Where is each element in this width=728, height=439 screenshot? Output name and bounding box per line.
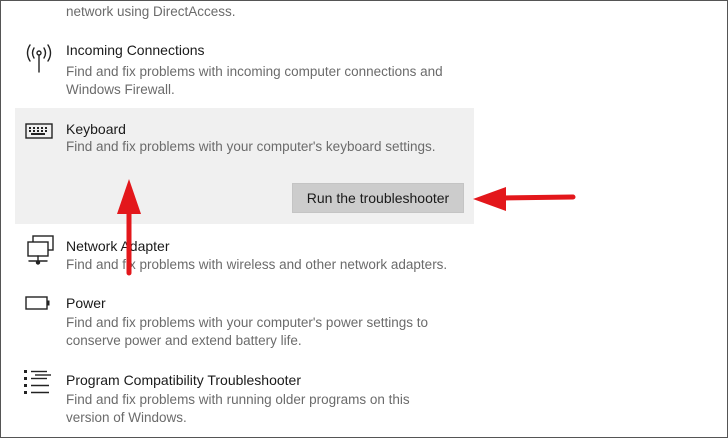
item-title: Incoming Connections [66,42,205,58]
network-adapter-icon [27,235,54,265]
item-description-line-2: Windows Firewall. [66,82,175,97]
item-description-line-2: conserve power and extend battery life. [66,333,302,348]
item-title: Power [66,295,106,311]
run-troubleshooter-button[interactable]: Run the troubleshooter [292,183,464,213]
partial-item-description: network using DirectAccess. [66,4,236,19]
annotation-arrow-horizontal [473,187,576,211]
troubleshooter-item-incoming-connections[interactable]: Incoming Connections Find and fix proble… [15,37,474,99]
item-title: Network Adapter [66,238,170,254]
item-description-line-1: Find and fix problems with your computer… [66,315,428,330]
antenna-icon [26,44,52,73]
keyboard-icon [25,123,53,139]
item-description-line-2: version of Windows. [66,410,187,425]
program-list-icon [24,370,51,394]
item-title: Program Compatibility Troubleshooter [66,372,301,388]
item-description: Find and fix problems with your computer… [66,139,436,154]
item-description: Find and fix problems with wireless and … [66,257,448,272]
troubleshooter-item-program-compatibility[interactable]: Program Compatibility Troubleshooter Fin… [15,367,474,433]
battery-icon [25,296,50,310]
troubleshooter-item-power[interactable]: Power Find and fix problems with your co… [15,289,474,353]
item-description-line-1: Find and fix problems with incoming comp… [66,64,443,79]
item-description-line-1: Find and fix problems with running older… [66,392,410,407]
troubleshooter-item-network-adapter[interactable]: Network Adapter Find and fix problems wi… [15,231,474,277]
item-title: Keyboard [66,121,126,137]
